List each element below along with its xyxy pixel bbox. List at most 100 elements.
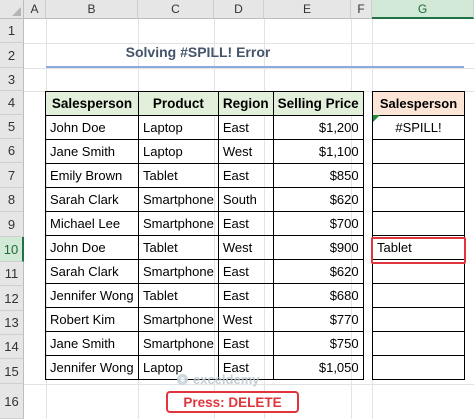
table-row: Robert Kim Smartphone West $770 <box>45 307 364 332</box>
spreadsheet-grid: A B C D E F G 1 2 3 4 5 6 7 8 9 10 11 12… <box>0 0 474 419</box>
cell-product[interactable]: Tablet <box>138 235 219 260</box>
spill-error-cell[interactable]: #SPILL! <box>372 115 465 140</box>
cell-price[interactable]: $700 <box>272 211 364 236</box>
column-header-c[interactable]: C <box>138 0 214 19</box>
cell-salesperson[interactable]: Jennifer Wong <box>45 283 139 308</box>
cell-salesperson[interactable]: Sarah Clark <box>45 187 139 212</box>
column-header-f[interactable]: F <box>351 0 372 19</box>
cell-region[interactable]: East <box>217 211 274 236</box>
table-row: Michael Lee Smartphone East $700 <box>45 211 364 236</box>
sales-table: Salesperson Product Region Selling Price… <box>45 91 364 380</box>
cell-product[interactable]: Smartphone <box>138 331 219 356</box>
row-header-2[interactable]: 2 <box>0 43 24 68</box>
cell-region[interactable]: South <box>217 187 274 212</box>
g-cell[interactable] <box>372 355 465 380</box>
row-header-4[interactable]: 4 <box>0 91 24 115</box>
row-header-11[interactable]: 11 <box>0 262 24 286</box>
g-cell[interactable] <box>372 283 465 308</box>
row-header-15[interactable]: 15 <box>0 359 24 384</box>
watermark: exceldemy <box>176 372 260 387</box>
row-header-13[interactable]: 13 <box>0 311 24 335</box>
g-cell[interactable] <box>372 211 465 236</box>
cell-product[interactable]: Tablet <box>138 283 219 308</box>
g-cell[interactable] <box>372 139 465 164</box>
row-header-1[interactable]: 1 <box>0 19 24 43</box>
cell-salesperson[interactable]: Michael Lee <box>45 211 139 236</box>
table-row: John Doe Tablet West $900 <box>45 235 364 260</box>
exceldemy-logo-icon <box>176 373 189 386</box>
cell-salesperson[interactable]: John Doe <box>45 235 139 260</box>
cell-product[interactable]: Smartphone <box>138 307 219 332</box>
cell-salesperson[interactable]: John Doe <box>45 115 139 140</box>
row-header-5[interactable]: 5 <box>0 115 24 139</box>
cell-product[interactable]: Smartphone <box>138 259 219 284</box>
cell-product[interactable]: Laptop <box>138 139 219 164</box>
watermark-text: exceldemy <box>193 372 260 387</box>
header-g-salesperson[interactable]: Salesperson <box>372 91 465 116</box>
column-header-d[interactable]: D <box>214 0 264 19</box>
table-row: Jane Smith Smartphone East $750 <box>45 331 364 356</box>
row-header-7[interactable]: 7 <box>0 163 24 188</box>
cell-product[interactable]: Smartphone <box>138 211 219 236</box>
table-row: John Doe Laptop East $1,200 <box>45 115 364 140</box>
cell-price[interactable]: $900 <box>272 235 364 260</box>
cell-product[interactable]: Tablet <box>138 163 219 188</box>
header-selling-price[interactable]: Selling Price <box>272 91 364 116</box>
cell-product[interactable]: Laptop <box>138 115 219 140</box>
cell-price[interactable]: $1,100 <box>272 139 364 164</box>
row-header-9[interactable]: 9 <box>0 212 24 237</box>
cell-region[interactable]: West <box>217 235 274 260</box>
table-row: Sarah Clark Smartphone East $620 <box>45 259 364 284</box>
row-header-10[interactable]: 10 <box>0 237 24 262</box>
cell-price[interactable]: $1,200 <box>272 115 364 140</box>
column-header-e[interactable]: E <box>264 0 351 19</box>
cell-price[interactable]: $620 <box>272 259 364 284</box>
g-cell[interactable] <box>372 187 465 212</box>
sheet-title: Solving #SPILL! Error <box>125 44 271 60</box>
cell-region[interactable]: West <box>217 307 274 332</box>
column-header-g[interactable]: G <box>372 0 474 19</box>
row-header-14[interactable]: 14 <box>0 335 24 359</box>
header-product[interactable]: Product <box>138 91 219 116</box>
cell-price[interactable]: $620 <box>272 187 364 212</box>
error-indicator-icon[interactable] <box>373 115 380 122</box>
cell-region[interactable]: East <box>217 283 274 308</box>
cell-price[interactable]: $770 <box>272 307 364 332</box>
row-header-16[interactable]: 16 <box>0 384 24 419</box>
row-header-12[interactable]: 12 <box>0 286 24 311</box>
title-underline <box>46 66 464 68</box>
cell-price[interactable]: $680 <box>272 283 364 308</box>
cell-salesperson[interactable]: Jane Smith <box>45 139 139 164</box>
header-region[interactable]: Region <box>217 91 274 116</box>
cell-price[interactable]: $850 <box>272 163 364 188</box>
row-header-8[interactable]: 8 <box>0 188 24 212</box>
active-cell-highlight <box>371 237 466 264</box>
cell-region[interactable]: East <box>217 259 274 284</box>
cell-salesperson[interactable]: Robert Kim <box>45 307 139 332</box>
select-all-corner[interactable] <box>0 0 24 19</box>
table-row: Jennifer Wong Tablet East $680 <box>45 283 364 308</box>
cell-price[interactable]: $1,050 <box>272 355 364 380</box>
row-header-3[interactable]: 3 <box>0 68 24 91</box>
cell-product[interactable]: Smartphone <box>138 187 219 212</box>
cell-salesperson[interactable]: Jennifer Wong <box>45 355 139 380</box>
table-row: Sarah Clark Smartphone South $620 <box>45 187 364 212</box>
table-row: Jane Smith Laptop West $1,100 <box>45 139 364 164</box>
cell-region[interactable]: West <box>217 139 274 164</box>
column-header-a[interactable]: A <box>24 0 46 19</box>
spill-result-column: Salesperson #SPILL! Tablet <box>372 91 465 380</box>
cell-region[interactable]: East <box>217 115 274 140</box>
cell-salesperson[interactable]: Emily Brown <box>45 163 139 188</box>
header-salesperson[interactable]: Salesperson <box>45 91 139 116</box>
g-cell[interactable] <box>372 307 465 332</box>
cell-salesperson[interactable]: Sarah Clark <box>45 259 139 284</box>
cell-region[interactable]: East <box>217 331 274 356</box>
cell-price[interactable]: $750 <box>272 331 364 356</box>
cell-region[interactable]: East <box>217 163 274 188</box>
row-header-6[interactable]: 6 <box>0 139 24 163</box>
g-cell[interactable] <box>372 163 465 188</box>
g-cell[interactable] <box>372 331 465 356</box>
gridline <box>24 68 474 69</box>
column-header-b[interactable]: B <box>46 0 138 19</box>
cell-salesperson[interactable]: Jane Smith <box>45 331 139 356</box>
